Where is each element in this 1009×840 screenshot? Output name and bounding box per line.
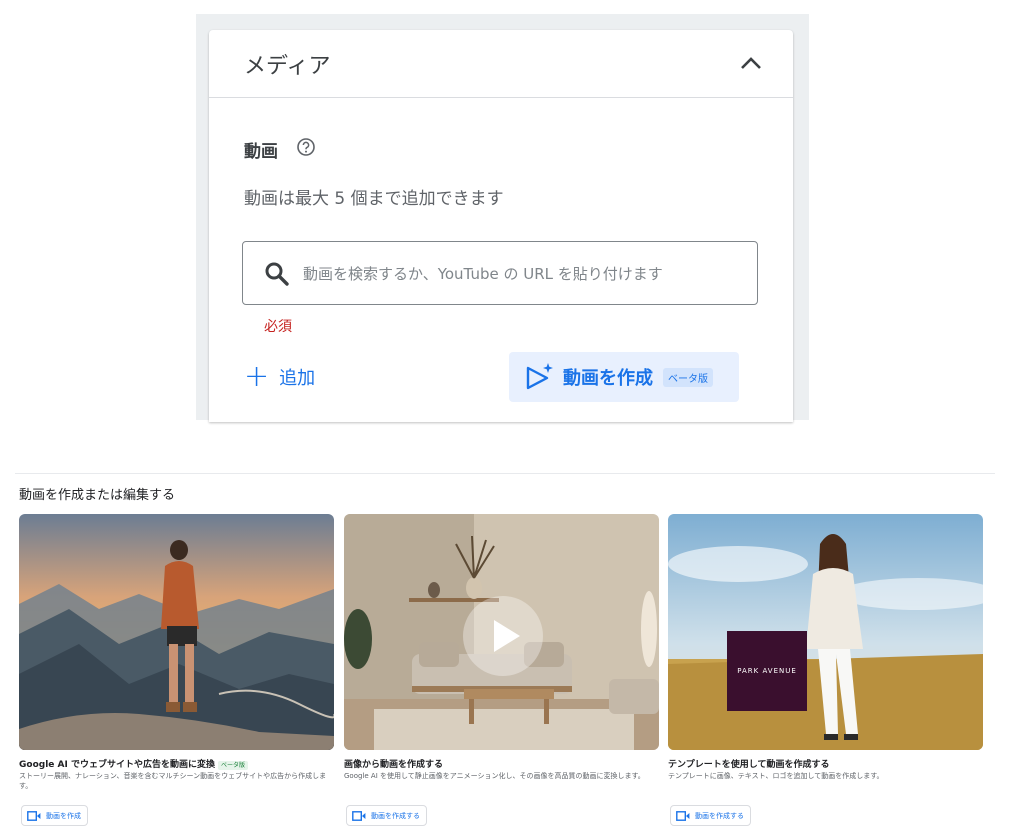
video-section-label: 動画: [244, 142, 278, 162]
mountain-hiker-image: [19, 514, 334, 750]
sparkle-play-icon: [526, 363, 553, 390]
beta-badge: ベータ版: [217, 761, 248, 770]
media-card-header[interactable]: メディア: [209, 30, 793, 98]
create-video-button[interactable]: 動画を作成する: [670, 805, 751, 826]
add-video-label: 追加: [279, 368, 316, 389]
create-video-label: 動画を作成: [46, 811, 81, 820]
create-video-label: 動画を作成する: [695, 811, 744, 820]
tile-image-to-video: 画像から動画を作成する Google AI を使用して静止画像をアニメーション化…: [344, 514, 659, 826]
tile-title: テンプレートを使用して動画を作成する: [668, 760, 830, 770]
create-video-button[interactable]: 動画を作成する: [346, 805, 427, 826]
create-section-title: 動画を作成または編集する: [19, 488, 176, 503]
tile-website-to-video: Google AI でウェブサイトや広告を動画に変換 ベータ版 ストーリー展開、ナ…: [19, 514, 334, 826]
video-icon: [27, 810, 41, 821]
woman-in-field-image: PARK AVENUE: [668, 514, 983, 750]
create-video-label: 動画を作成する: [371, 811, 420, 820]
play-icon: [494, 620, 520, 652]
tile-template-video: PARK AVENUE テンプレートを使用して動画を作成する テンプレートに画像…: [668, 514, 983, 826]
section-divider: [15, 473, 995, 474]
tile-title-text: Google AI でウェブサイトや広告を動画に変換: [19, 760, 215, 770]
create-video-label: 動画を作成: [563, 368, 653, 389]
video-icon: [352, 810, 366, 821]
tile-description: Google AI を使用して静止画像をアニメーション化し、その画像を高品質の動…: [344, 772, 645, 780]
video-search-box[interactable]: [242, 241, 758, 305]
living-room-image: [344, 514, 659, 750]
tile-title: Google AI でウェブサイトや広告を動画に変換 ベータ版: [19, 757, 334, 770]
tile-description: ストーリー展開、ナレーション、音楽を含むマルチシーン動画をウェブサイトや広告から…: [19, 772, 327, 790]
collapse-button[interactable]: [737, 50, 765, 78]
video-icon: [676, 810, 690, 821]
play-button[interactable]: [463, 596, 543, 676]
video-limit-description: 動画は最大 5 個まで追加できます: [244, 189, 504, 209]
search-icon: [265, 262, 289, 286]
tile-title: 画像から動画を作成する: [344, 760, 444, 770]
media-card: メディア 動画 動画は最大 5 個まで追加できます 必須: [209, 30, 793, 422]
video-search-input[interactable]: [301, 256, 745, 292]
brand-logo-square: PARK AVENUE: [727, 631, 807, 711]
required-error-text: 必須: [264, 319, 292, 335]
media-panel-frame: メディア 動画 動画は最大 5 個まで追加できます 必須: [196, 14, 809, 422]
chevron-up-icon: [741, 57, 761, 69]
create-video-button[interactable]: 動画を作成: [21, 805, 88, 826]
beta-badge: ベータ版: [663, 367, 713, 387]
tile-description: テンプレートに画像、テキスト、ロゴを追加して動画を作成します。: [668, 772, 884, 780]
plus-icon: +: [244, 359, 270, 394]
media-card-title: メディア: [244, 54, 331, 79]
add-video-button[interactable]: + 追加: [244, 360, 315, 394]
help-icon[interactable]: [296, 137, 316, 157]
brand-text: PARK AVENUE: [737, 667, 797, 675]
create-video-button[interactable]: 動画を作成 ベータ版: [509, 352, 739, 402]
